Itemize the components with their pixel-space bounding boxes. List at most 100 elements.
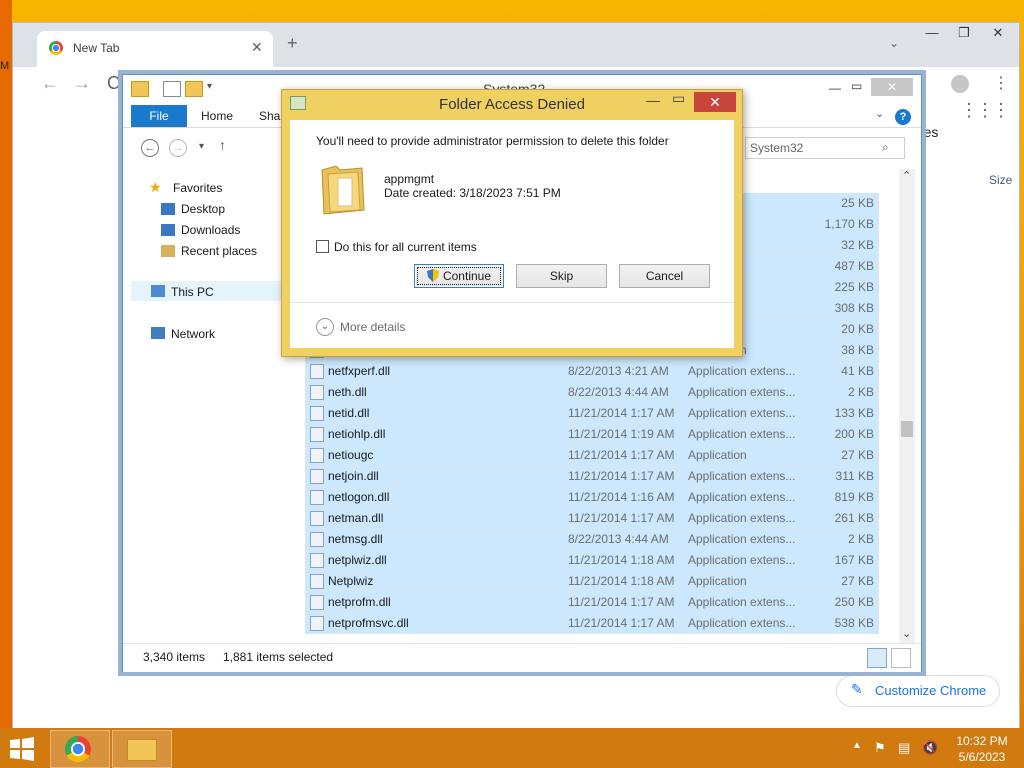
help-icon[interactable]: ?	[895, 109, 911, 125]
forward-button[interactable]: →	[73, 73, 91, 94]
file-row[interactable]: netiougc 11/21/2014 1:17 AM Application 27 …	[305, 445, 879, 466]
search-input[interactable]: System32 ⌕	[745, 137, 905, 159]
properties-icon[interactable]	[163, 81, 181, 97]
desktop-edge	[0, 0, 12, 728]
file-date: 8/22/2013 4:44 AM	[568, 385, 669, 399]
chevron-down-icon[interactable]: ⌄	[316, 318, 334, 336]
file-row[interactable]: Netplwiz 11/21/2014 1:18 AM Application 27 …	[305, 571, 879, 592]
taskbar: ▲ ⚑ ▤ 🔇 10:32 PM 5/6/2023	[0, 728, 1024, 768]
file-row[interactable]: netplwiz.dll 11/21/2014 1:18 AM Applicatio…	[305, 550, 879, 571]
clock-time[interactable]: 10:32 PM	[954, 734, 1010, 748]
file-icon	[310, 364, 324, 379]
apply-all-checkbox[interactable]	[316, 240, 329, 253]
recent-dropdown-icon[interactable]: ▾	[199, 141, 204, 152]
volume-muted-icon[interactable]: 🔇	[922, 740, 938, 756]
tab-search-dropdown-icon[interactable]: ⌄	[889, 36, 899, 50]
file-row[interactable]: netiohlp.dll 11/21/2014 1:19 AM Applicatio…	[305, 424, 879, 445]
file-row[interactable]: netid.dll 11/21/2014 1:17 AM Application e…	[305, 403, 879, 424]
file-name: Netplwiz	[328, 574, 374, 588]
file-icon	[310, 595, 324, 610]
tab-close-icon[interactable]: ✕	[251, 39, 263, 56]
file-type: Application	[688, 448, 747, 462]
size-column-header[interactable]: Size	[989, 173, 1012, 187]
file-type: Application	[688, 574, 747, 588]
qat-dropdown-icon[interactable]: ▾	[207, 81, 212, 92]
nav-this-pc[interactable]: This PC	[171, 285, 214, 299]
details-view-icon[interactable]	[867, 648, 887, 668]
scroll-down-icon[interactable]: ⌄	[902, 627, 911, 640]
file-row[interactable]: netlogon.dll 11/21/2014 1:16 AM Applicatio…	[305, 487, 879, 508]
file-icon	[310, 574, 324, 589]
dialog-close-button[interactable]: ✕	[694, 92, 736, 112]
file-row[interactable]: netprofmsvc.dll 11/21/2014 1:17 AM Applica…	[305, 613, 879, 634]
scroll-thumb[interactable]	[901, 421, 913, 437]
file-row[interactable]: netman.dll 11/21/2014 1:17 AM Application …	[305, 508, 879, 529]
tab-title: New Tab	[73, 41, 120, 55]
dialog-divider	[290, 302, 734, 303]
file-date: 11/21/2014 1:17 AM	[568, 616, 675, 630]
file-date: 8/22/2013 4:44 AM	[568, 532, 669, 546]
nav-network[interactable]: Network	[171, 327, 215, 341]
downloads-icon	[161, 224, 175, 236]
large-icons-view-icon[interactable]	[891, 648, 911, 668]
cancel-button[interactable]: Cancel	[619, 264, 710, 288]
nav-downloads[interactable]: Downloads	[181, 223, 240, 237]
forward-arrow-icon[interactable]: →	[169, 139, 187, 157]
back-arrow-icon[interactable]: ←	[141, 139, 159, 157]
customize-chrome-button[interactable]: ✎ Customize Chrome	[836, 675, 1000, 707]
file-icon	[310, 616, 324, 631]
file-size: 819 KB	[834, 490, 874, 504]
chrome-menu-icon[interactable]: ⋮	[993, 73, 1009, 93]
file-row[interactable]: netmsg.dll 8/22/2013 4:44 AM Application e…	[305, 529, 879, 550]
more-details-link[interactable]: More details	[340, 320, 405, 334]
apply-all-label[interactable]: Do this for all current items	[334, 240, 477, 254]
explorer-minimize-button[interactable]: —	[829, 81, 841, 95]
scroll-up-icon[interactable]: ⌃	[902, 169, 911, 182]
file-name: netplwiz.dll	[328, 553, 387, 567]
explorer-maximize-button[interactable]: ▭	[851, 79, 862, 93]
chrome-maximize-button[interactable]: ❐	[947, 25, 981, 45]
apps-grid-icon[interactable]: ⋮⋮⋮	[960, 100, 1010, 121]
new-folder-icon[interactable]	[185, 81, 203, 97]
ribbon-expand-icon[interactable]: ⌄	[875, 107, 884, 120]
nav-desktop[interactable]: Desktop	[181, 202, 225, 216]
nav-recent-places[interactable]: Recent places	[181, 244, 257, 258]
clock-date[interactable]: 5/6/2023	[954, 750, 1010, 764]
up-arrow-icon[interactable]: ↑	[219, 137, 226, 153]
tray-overflow-icon[interactable]: ▲	[852, 740, 862, 751]
file-size: 41 KB	[841, 364, 874, 378]
file-row[interactable]: netjoin.dll 11/21/2014 1:17 AM Application…	[305, 466, 879, 487]
vertical-scrollbar[interactable]: ⌃ ⌄	[899, 169, 915, 643]
nav-favorites[interactable]: Favorites	[173, 181, 222, 195]
chrome-minimize-button[interactable]: —	[915, 25, 949, 45]
taskbar-explorer-button[interactable]	[112, 730, 172, 768]
status-bar: 3,340 items 1,881 items selected	[123, 643, 921, 672]
ribbon-file-tab[interactable]: File	[131, 105, 187, 127]
explorer-close-button[interactable]: ✕	[871, 78, 913, 96]
back-button[interactable]: ←	[41, 73, 59, 94]
windows-start-icon[interactable]	[8, 736, 36, 762]
file-size: 167 KB	[834, 553, 874, 567]
file-name: netlogon.dll	[328, 490, 390, 504]
new-tab-button[interactable]: +	[287, 33, 298, 54]
taskbar-chrome-button[interactable]	[50, 730, 110, 768]
file-size: 200 KB	[834, 427, 874, 441]
profile-avatar-icon[interactable]	[951, 75, 969, 93]
ribbon-home-tab[interactable]: Home	[201, 109, 233, 123]
file-icon	[310, 469, 324, 484]
network-tray-icon[interactable]: ▤	[898, 740, 910, 756]
file-name: netfxperf.dll	[328, 364, 391, 378]
reload-button[interactable]: C	[107, 73, 120, 94]
skip-button[interactable]: Skip	[516, 264, 607, 288]
file-row[interactable]: netfxperf.dll 8/22/2013 4:21 AM Applicatio…	[305, 361, 879, 382]
chrome-close-button[interactable]: ✕	[981, 25, 1015, 45]
dialog-maximize-button[interactable]: ▭	[672, 90, 685, 107]
action-center-flag-icon[interactable]: ⚑	[874, 740, 886, 756]
file-row[interactable]: neth.dll 8/22/2013 4:44 AM Application ext…	[305, 382, 879, 403]
continue-button[interactable]: Continue	[414, 264, 504, 288]
file-date: 11/21/2014 1:18 AM	[568, 553, 675, 567]
tab-new-tab[interactable]: New Tab ✕	[37, 31, 273, 67]
file-row[interactable]: netprofm.dll 11/21/2014 1:17 AM Applicatio…	[305, 592, 879, 613]
dialog-minimize-button[interactable]: —	[646, 92, 660, 108]
dialog-body: You'll need to provide administrator per…	[290, 120, 734, 348]
